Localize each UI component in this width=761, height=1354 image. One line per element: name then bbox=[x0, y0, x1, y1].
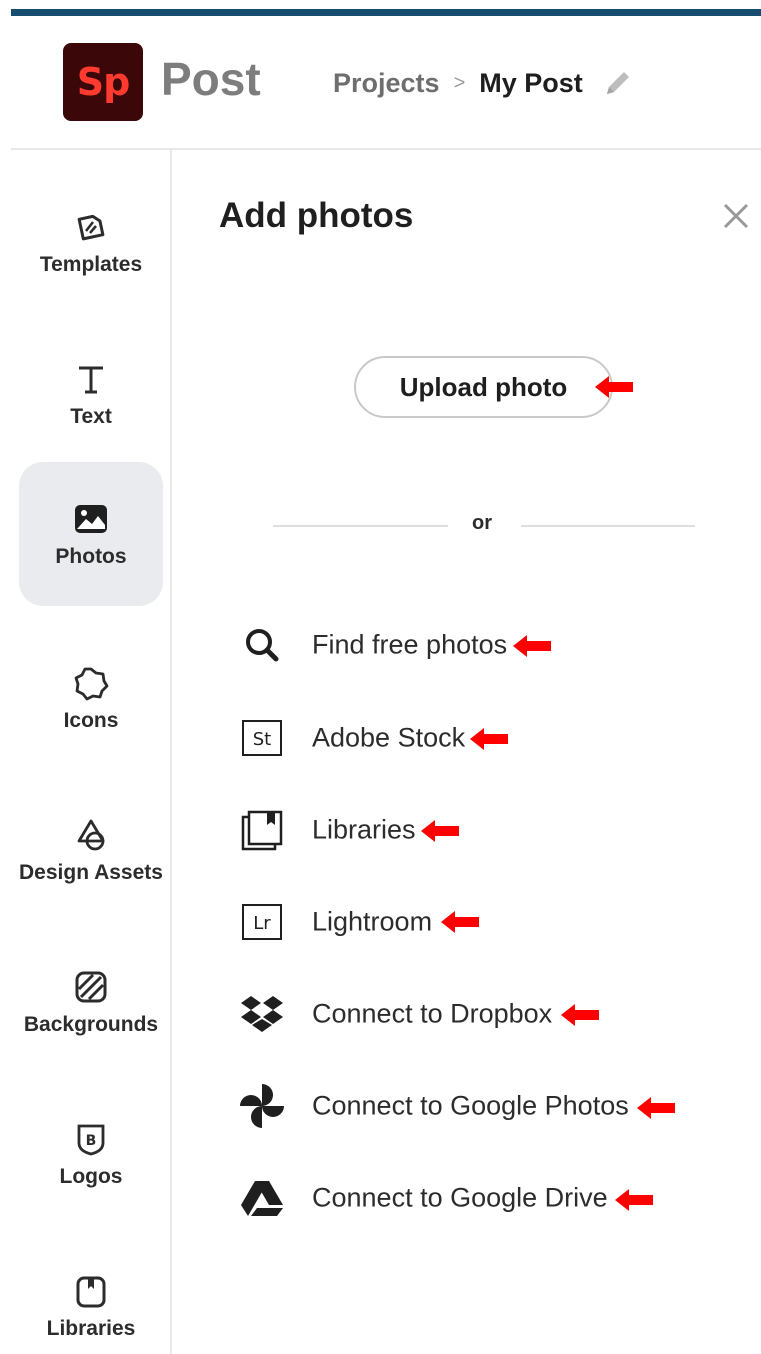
sidebar-item-label: Logos bbox=[59, 1165, 123, 1188]
sidebar-item-icons[interactable]: Icons bbox=[19, 626, 163, 770]
libraries-icon bbox=[71, 1271, 111, 1311]
sidebar-item-label: Photos bbox=[55, 545, 127, 568]
source-label: Connect to Google Drive bbox=[312, 1182, 608, 1213]
source-label: Connect to Dropbox bbox=[312, 998, 553, 1029]
upload-photo-button[interactable]: Upload photo bbox=[354, 356, 613, 418]
icons-icon bbox=[71, 663, 111, 703]
source-label: Adobe Stock bbox=[312, 722, 466, 753]
sidebar-item-logos[interactable]: B Logos bbox=[19, 1082, 163, 1226]
sidebar-item-label: Text bbox=[70, 405, 112, 428]
close-icon[interactable] bbox=[718, 198, 754, 234]
source-label: Connect to Google Photos bbox=[312, 1090, 629, 1121]
sidebar-item-libraries[interactable]: Libraries bbox=[19, 1234, 163, 1354]
annotation-arrow bbox=[637, 1097, 675, 1119]
app-logo-text: Sp bbox=[76, 60, 131, 104]
source-adobe-stock[interactable]: St Adobe Stock bbox=[238, 713, 465, 763]
breadcrumb: Projects > My Post bbox=[333, 66, 635, 100]
sidebar-item-photos[interactable]: Photos bbox=[19, 462, 163, 606]
sidebar-item-label: Design Assets bbox=[19, 861, 163, 884]
search-icon bbox=[238, 621, 286, 669]
header: Sp Post Projects > My Post bbox=[0, 16, 761, 148]
sidebar-item-backgrounds[interactable]: Backgrounds bbox=[19, 930, 163, 1074]
svg-text:B: B bbox=[86, 1133, 97, 1149]
photos-icon bbox=[71, 499, 111, 539]
annotation-arrow bbox=[615, 1189, 653, 1211]
source-google-photos[interactable]: Connect to Google Photos bbox=[238, 1081, 629, 1131]
source-lightroom[interactable]: Lr Lightroom bbox=[238, 897, 432, 947]
top-accent-bar bbox=[11, 9, 761, 16]
breadcrumb-current-project: My Post bbox=[479, 67, 583, 98]
sidebar-item-templates[interactable]: Templates bbox=[19, 170, 163, 314]
sidebar-item-label: Backgrounds bbox=[23, 1013, 159, 1036]
or-label: or bbox=[472, 512, 492, 534]
google-photos-icon bbox=[238, 1082, 286, 1130]
google-drive-icon bbox=[238, 1174, 286, 1222]
source-label: Lightroom bbox=[312, 906, 433, 937]
svg-text:St: St bbox=[253, 729, 271, 750]
templates-icon bbox=[71, 207, 111, 247]
breadcrumb-separator: > bbox=[453, 71, 466, 94]
logos-icon: B bbox=[71, 1119, 111, 1159]
annotation-arrow bbox=[470, 728, 508, 750]
sidebar-divider bbox=[170, 150, 172, 1354]
text-icon bbox=[71, 359, 111, 399]
sidebar-item-text[interactable]: Text bbox=[19, 322, 163, 466]
divider-line-left bbox=[273, 525, 448, 527]
sidebar-item-label: Templates bbox=[39, 253, 143, 276]
sidebar: Templates Text Photos Icons Design Asset… bbox=[0, 150, 170, 1354]
source-google-drive[interactable]: Connect to Google Drive bbox=[238, 1173, 608, 1223]
app-logo[interactable]: Sp bbox=[63, 43, 143, 121]
libraries-icon bbox=[238, 806, 286, 854]
source-dropbox[interactable]: Connect to Dropbox bbox=[238, 989, 552, 1039]
annotation-arrow bbox=[595, 376, 633, 398]
edit-pencil-icon[interactable] bbox=[601, 66, 635, 100]
sidebar-item-design-assets[interactable]: Design Assets bbox=[19, 778, 163, 922]
panel-title: Add photos bbox=[219, 196, 414, 235]
sidebar-item-label: Icons bbox=[63, 709, 119, 732]
backgrounds-icon bbox=[71, 967, 111, 1007]
sidebar-item-label: Libraries bbox=[46, 1317, 136, 1340]
annotation-arrow bbox=[561, 1004, 599, 1026]
annotation-arrow bbox=[441, 911, 479, 933]
design-assets-icon bbox=[71, 815, 111, 855]
source-label: Find free photos bbox=[312, 629, 508, 660]
source-label: Libraries bbox=[312, 814, 416, 845]
lightroom-icon: Lr bbox=[238, 898, 286, 946]
annotation-arrow bbox=[513, 635, 551, 657]
divider-line-right bbox=[521, 525, 695, 527]
source-libraries[interactable]: Libraries bbox=[238, 805, 416, 855]
breadcrumb-projects-link[interactable]: Projects bbox=[333, 68, 440, 99]
app-name: Post bbox=[161, 53, 261, 105]
dropbox-icon bbox=[238, 990, 286, 1038]
adobe-stock-icon: St bbox=[238, 714, 286, 762]
svg-text:Lr: Lr bbox=[253, 913, 271, 934]
source-find-free-photos[interactable]: Find free photos bbox=[238, 620, 507, 670]
annotation-arrow bbox=[421, 820, 459, 842]
